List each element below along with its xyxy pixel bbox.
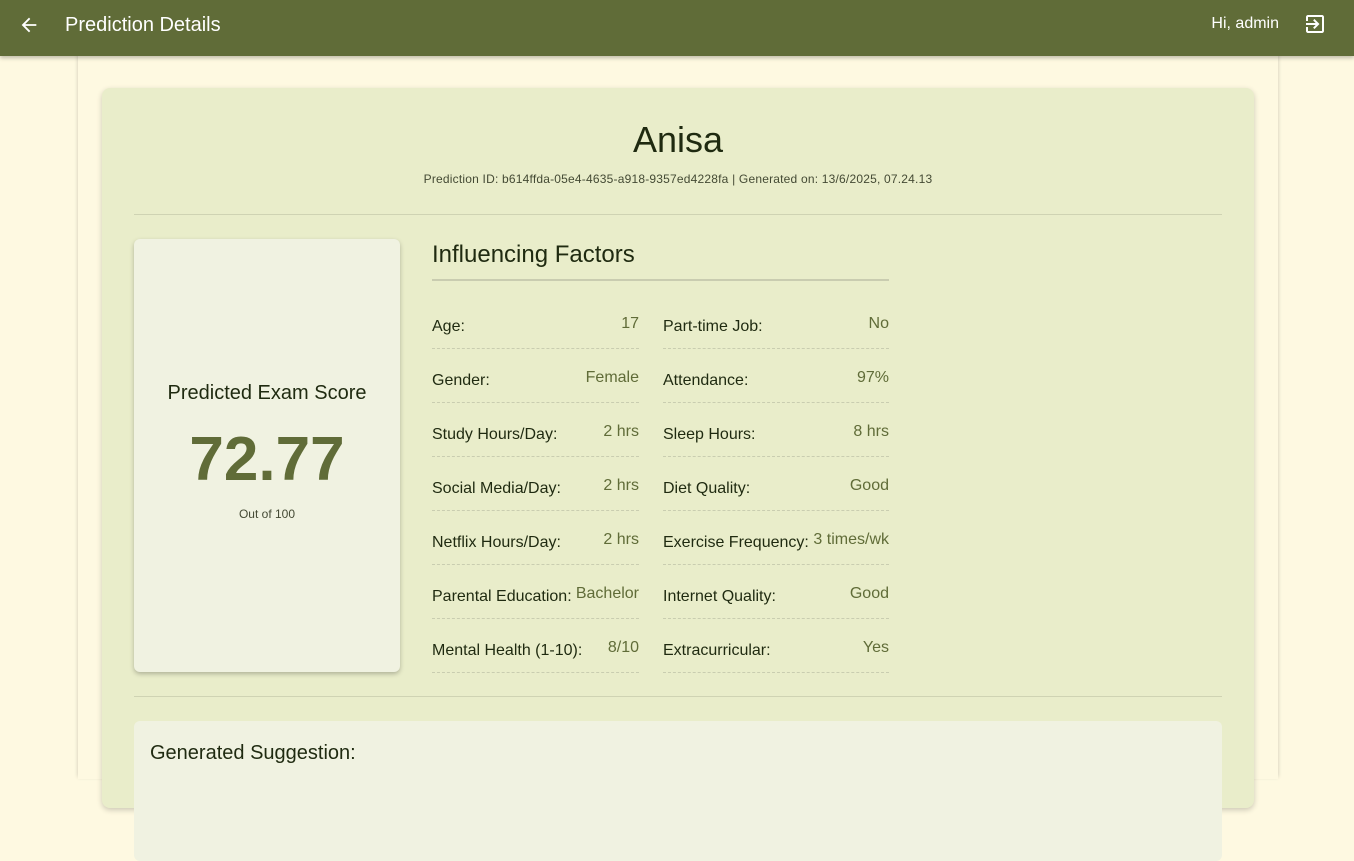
- factor-value: 97%: [856, 369, 889, 386]
- suggestion-panel: Generated Suggestion:: [134, 721, 1222, 861]
- factor-value: Good: [849, 477, 889, 494]
- factor-row-exercise-frequency: Exercise Frequency: 3 times/wk: [663, 512, 889, 565]
- factor-value: 2 hrs: [603, 531, 639, 548]
- factor-value: 3 times/wk: [813, 531, 889, 548]
- score-value: 72.77: [189, 425, 345, 494]
- header-divider: [134, 214, 1222, 215]
- app-bar: Prediction Details Hi, admin: [0, 0, 1354, 56]
- factor-row-social-media: Social Media/Day: 2 hrs: [432, 458, 639, 511]
- score-card: Predicted Exam Score 72.77 Out of 100: [134, 239, 400, 672]
- factor-label: Internet Quality:: [663, 588, 776, 605]
- factor-row-diet-quality: Diet Quality: Good: [663, 458, 889, 511]
- back-button[interactable]: [14, 10, 44, 40]
- factor-label: Gender:: [432, 372, 490, 389]
- score-subtitle: Out of 100: [238, 507, 296, 521]
- factor-row-mental-health: Mental Health (1-10): 8/10: [432, 620, 639, 673]
- factor-label: Social Media/Day:: [432, 480, 561, 497]
- factor-label: Age:: [432, 318, 465, 335]
- factor-label: Part-time Job:: [663, 318, 763, 335]
- arrow-left-icon: [21, 17, 37, 33]
- factor-row-sleep-hours: Sleep Hours: 8 hrs: [663, 404, 889, 457]
- section-divider: [134, 696, 1222, 697]
- factor-label: Mental Health (1-10):: [432, 642, 583, 659]
- factor-row-parental-education: Parental Education: Bachelor: [432, 566, 639, 619]
- factor-row-extracurricular: Extracurricular: Yes: [663, 620, 889, 673]
- prediction-card: Anisa Prediction ID: b614ffda-05e4-4635-…: [102, 88, 1254, 861]
- factor-row-netflix-hours: Netflix Hours/Day: 2 hrs: [432, 512, 639, 565]
- logout-icon: [1306, 15, 1324, 33]
- factor-value: No: [868, 315, 889, 332]
- factor-row-gender: Gender: Female: [432, 350, 639, 403]
- factor-label: Netflix Hours/Day:: [432, 534, 561, 551]
- factor-value: Good: [849, 585, 889, 602]
- factor-value: Bachelor: [575, 585, 639, 602]
- factor-row-part-time-job: Part-time Job: No: [663, 296, 889, 349]
- student-name: Anisa: [632, 119, 724, 160]
- score-label: Predicted Exam Score: [167, 382, 367, 404]
- factor-value: 8 hrs: [853, 423, 889, 440]
- suggestion-title: Generated Suggestion:: [150, 742, 356, 764]
- factor-label: Extracurricular:: [663, 642, 771, 659]
- factor-row-study-hours: Study Hours/Day: 2 hrs: [432, 404, 639, 457]
- factor-label: Parental Education:: [432, 588, 572, 605]
- factors-title: Influencing Factors: [432, 240, 889, 281]
- factor-value: 17: [621, 315, 639, 332]
- factors-right-column: Part-time Job: No Attendance: 97% Sleep …: [663, 296, 889, 674]
- factor-value: Yes: [862, 639, 889, 656]
- factor-value: 2 hrs: [603, 423, 639, 440]
- factor-row-age: Age: 17: [432, 296, 639, 349]
- factor-value: Female: [585, 369, 639, 386]
- factor-label: Study Hours/Day:: [432, 426, 558, 443]
- factor-value: 8/10: [607, 639, 639, 656]
- factor-label: Exercise Frequency:: [663, 534, 809, 551]
- factor-value: 2 hrs: [603, 477, 639, 494]
- page-title: Prediction Details: [65, 14, 221, 36]
- factor-row-internet-quality: Internet Quality: Good: [663, 566, 889, 619]
- user-greeting: Hi, admin: [1211, 15, 1279, 32]
- prediction-meta: Prediction ID: b614ffda-05e4-4635-a918-9…: [423, 172, 933, 186]
- factor-label: Diet Quality:: [663, 480, 751, 497]
- factor-row-attendance: Attendance: 97%: [663, 350, 889, 403]
- factors-left-column: Age: 17 Gender: Female Study Hours/Day: …: [432, 296, 639, 674]
- factor-label: Attendance:: [663, 372, 749, 389]
- factor-label: Sleep Hours:: [663, 426, 756, 443]
- logout-button[interactable]: [1301, 10, 1329, 38]
